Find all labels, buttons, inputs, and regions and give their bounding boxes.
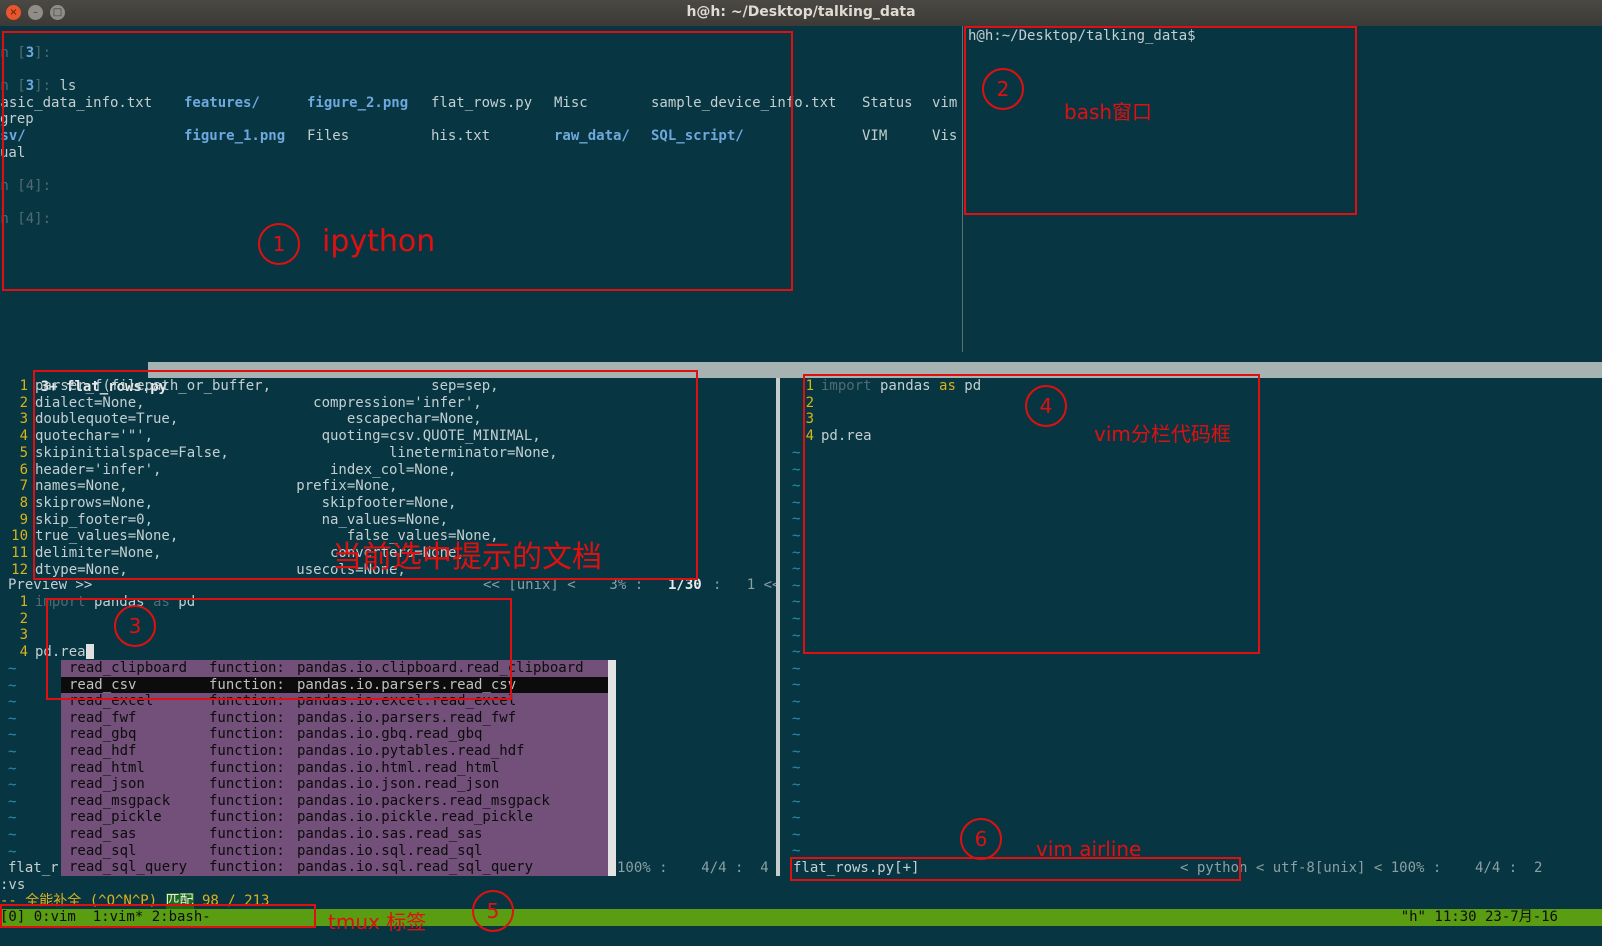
annotation-label-split: vim分栏代码框 xyxy=(1094,422,1231,446)
empty-line-marker: ~ xyxy=(792,644,801,661)
annotation-box-tmux xyxy=(0,904,316,928)
pane-divider[interactable] xyxy=(962,26,963,352)
annotation-box-completion xyxy=(46,598,512,700)
annotation-label-ipython: ipython xyxy=(322,224,436,259)
empty-line-marker: ~ xyxy=(792,660,801,677)
empty-line-marker: ~ xyxy=(792,694,801,710)
completion-item[interactable]: read_json function: pandas.io.json.read_js… xyxy=(61,776,616,793)
completion-item[interactable]: read_fwf function: pandas.io.parsers.read_… xyxy=(61,710,616,727)
annotation-circle-1: 1 xyxy=(258,223,300,265)
completion-item[interactable]: read_sql function: pandas.io.sql.read_sql xyxy=(61,843,616,860)
annotation-circle-4: 4 xyxy=(1025,385,1067,427)
left-statusline-file: flat_r xyxy=(8,860,59,876)
empty-line-marker: ~ xyxy=(8,827,17,843)
empty-line-marker: ~ xyxy=(792,793,801,810)
empty-line-marker: ~ xyxy=(792,594,801,611)
annotation-label-airline: vim airline xyxy=(1036,837,1142,861)
empty-line-marker: ~ xyxy=(8,727,17,744)
annotation-box-airline xyxy=(790,857,1241,881)
empty-line-marker: ~ xyxy=(792,727,801,744)
empty-line-marker: ~ xyxy=(792,760,801,777)
completion-item[interactable]: read_gbq function: pandas.io.gbq.read_gbq xyxy=(61,726,616,743)
empty-line-marker: ~ xyxy=(792,611,801,627)
empty-line-marker: ~ xyxy=(8,843,17,860)
left-statusline-right: 100% : 4/4 : 4 xyxy=(617,860,769,876)
completion-item[interactable]: read_sas function: pandas.io.sas.read_sas xyxy=(61,826,616,843)
empty-line-marker: ~ xyxy=(792,777,801,793)
empty-line-marker: ~ xyxy=(792,743,801,760)
ls-entry: Status xyxy=(862,95,913,111)
empty-line-marker: ~ xyxy=(792,461,801,478)
annotation-circle-3: 3 xyxy=(114,605,156,647)
window-titlebar: × – □ h@h: ~/Desktop/talking_data xyxy=(0,0,1602,26)
popup-scrollbar[interactable] xyxy=(608,660,616,876)
ls-entry: Vis xyxy=(932,128,958,144)
completion-item[interactable]: read_sql_query function: pandas.io.sql.rea… xyxy=(61,859,616,876)
completion-item[interactable]: read_html function: pandas.io.html.read_ht… xyxy=(61,760,616,777)
annotation-circle-2: 2 xyxy=(982,68,1024,110)
empty-line-marker: ~ xyxy=(792,627,801,644)
code-line: 2 xyxy=(19,611,28,627)
empty-line-marker: ~ xyxy=(8,760,17,777)
annotation-circle-5: 5 xyxy=(472,890,514,932)
empty-line-marker: ~ xyxy=(792,810,801,827)
annotation-circle-6: 6 xyxy=(960,818,1002,860)
completion-item[interactable]: read_pickle function: pandas.io.pickle.rea… xyxy=(61,809,616,826)
tmux-clock: "h" 11:30 23-7月-16 xyxy=(1400,909,1558,925)
empty-line-marker: ~ xyxy=(792,826,801,843)
empty-line-marker: ~ xyxy=(8,793,17,810)
empty-line-marker: ~ xyxy=(792,577,801,594)
empty-line-marker: ~ xyxy=(8,677,17,694)
annotation-label-tmux: tmux 标签 xyxy=(328,910,427,934)
empty-line-marker: ~ xyxy=(792,478,801,495)
empty-line-marker: ~ xyxy=(792,561,801,578)
empty-line-marker: ~ xyxy=(792,528,801,544)
annotation-box-bash xyxy=(964,26,1357,215)
annotation-label-bash: bash窗口 xyxy=(1064,100,1153,124)
empty-line-marker: ~ xyxy=(792,544,801,561)
empty-line-marker: ~ xyxy=(8,710,17,727)
empty-line-marker: ~ xyxy=(792,445,801,461)
code-line: 3 xyxy=(19,627,28,643)
completion-item[interactable]: read_hdf function: pandas.io.pytables.read… xyxy=(61,743,616,760)
empty-line-marker: ~ xyxy=(792,710,801,727)
vim-cmdline[interactable]: :vs xyxy=(0,877,25,894)
ls-entry: VIM xyxy=(862,128,888,144)
empty-line-marker: ~ xyxy=(792,677,801,694)
empty-line-marker: ~ xyxy=(8,744,17,760)
empty-line-marker: ~ xyxy=(8,694,17,711)
preview-statusline-right: : 1 << xyxy=(713,577,781,593)
completion-item[interactable]: read_msgpack function: pandas.io.packers.r… xyxy=(61,793,616,810)
empty-line-marker: ~ xyxy=(8,777,17,794)
window-title: h@h: ~/Desktop/talking_data xyxy=(686,4,916,20)
annotation-label-doc: 当前选中提示的文档 xyxy=(332,540,602,575)
empty-line-marker: ~ xyxy=(8,661,17,677)
empty-line-marker: ~ xyxy=(8,810,17,827)
vim-split-separator[interactable] xyxy=(776,378,780,876)
empty-line-marker: ~ xyxy=(792,511,801,528)
empty-line-marker: ~ xyxy=(792,494,801,511)
ls-entry: vim xyxy=(932,95,958,111)
